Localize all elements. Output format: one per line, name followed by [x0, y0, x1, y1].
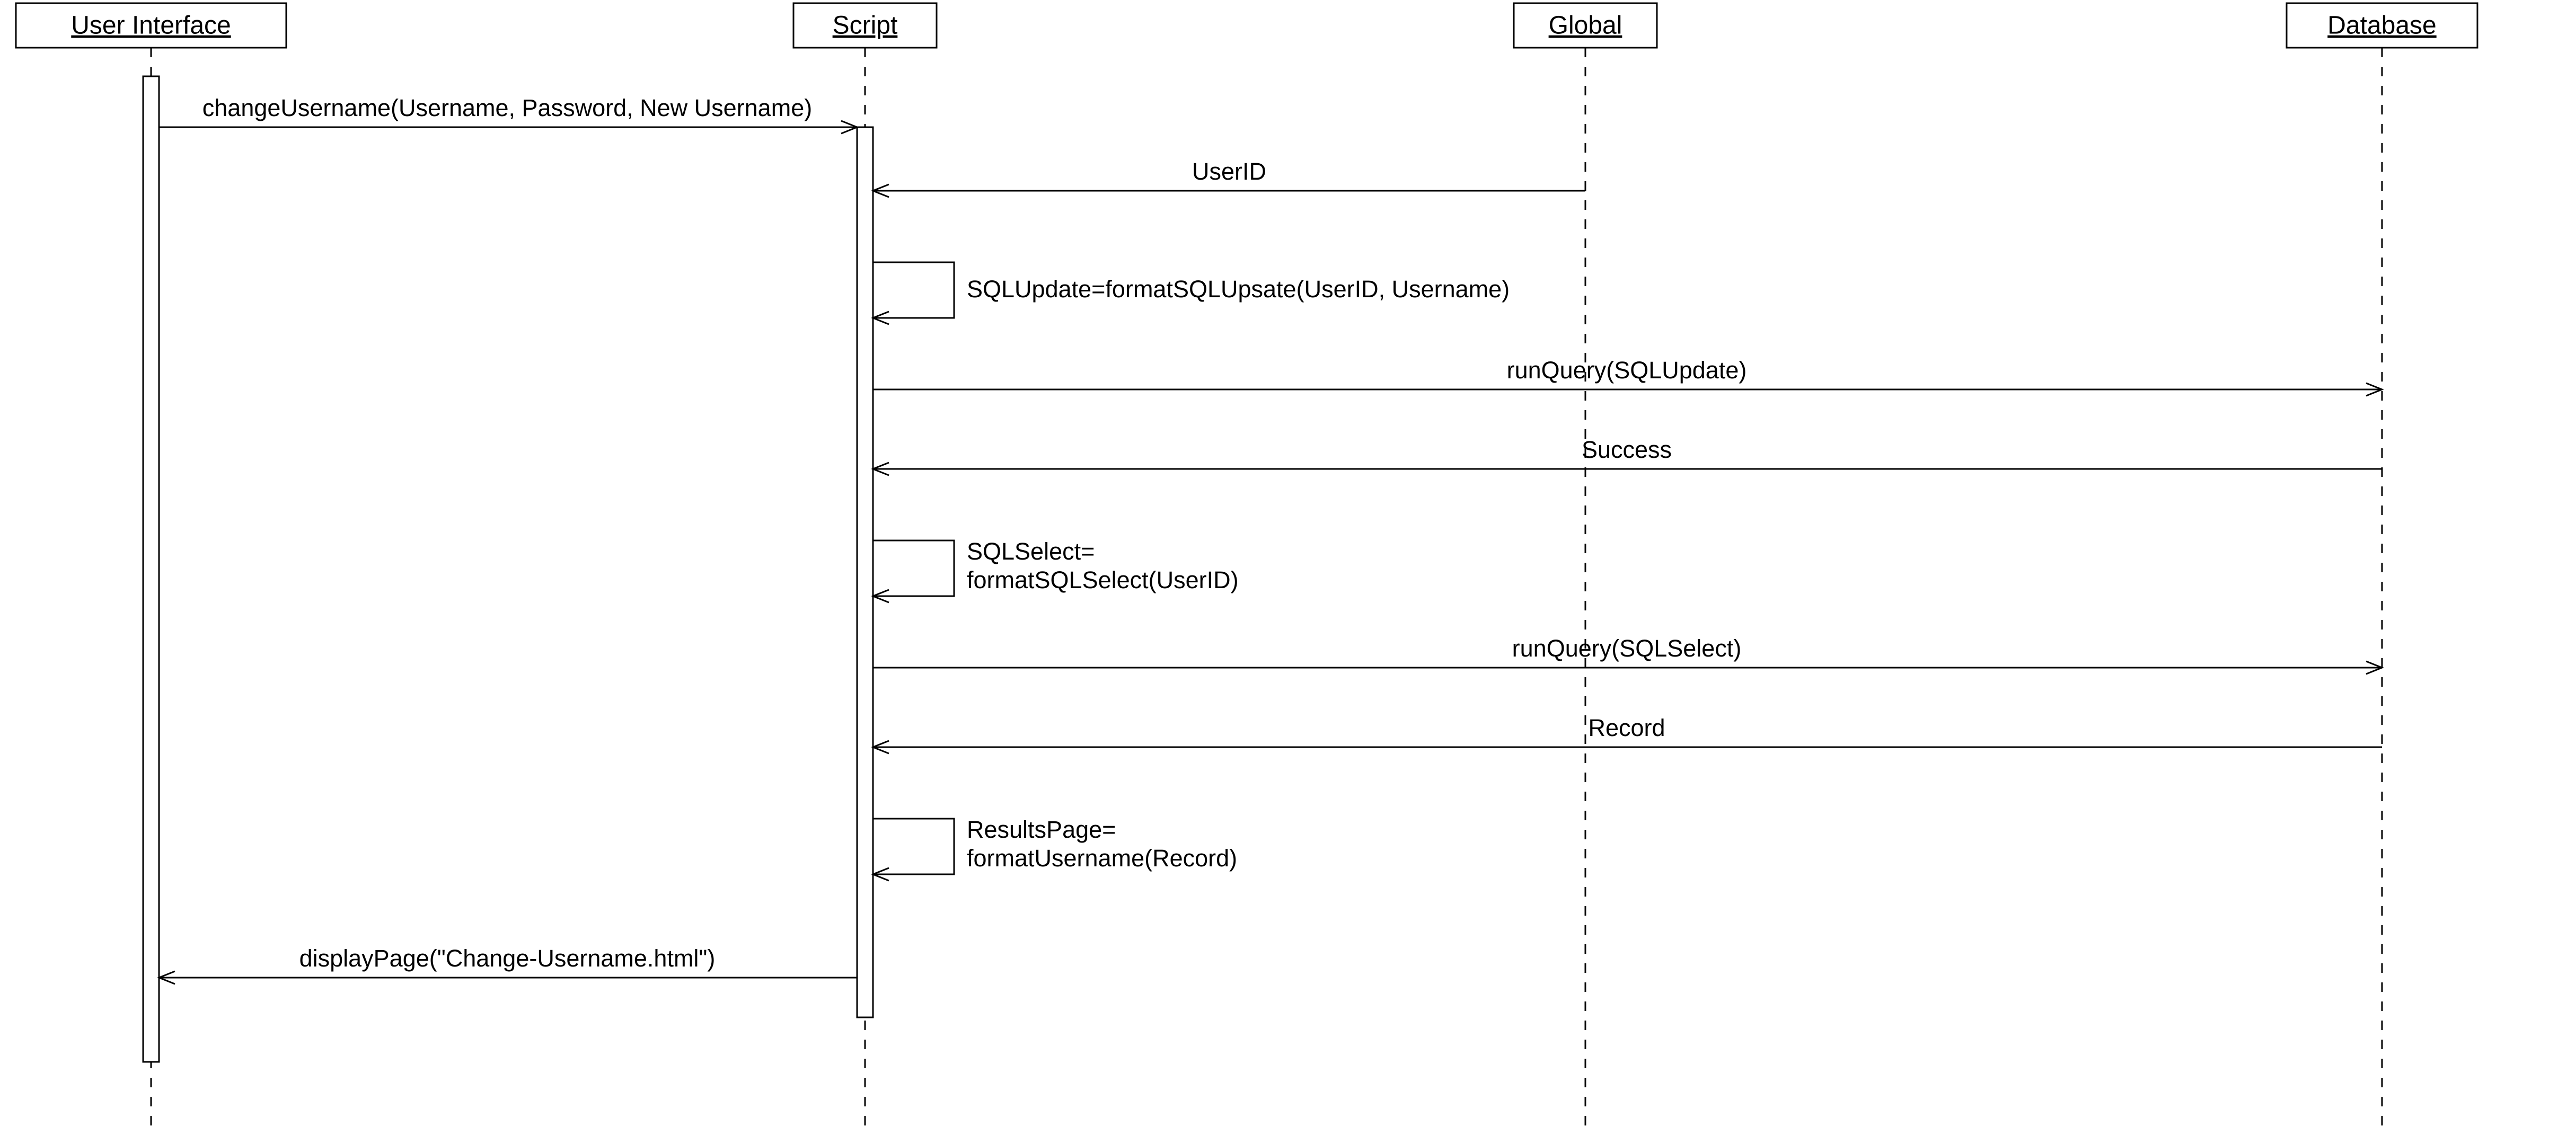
- svg-text:Success: Success: [1582, 436, 1672, 463]
- svg-text:changeUsername(Username, Passw: changeUsername(Username, Password, New U…: [202, 94, 812, 121]
- activation-script: [857, 127, 873, 1017]
- activation-ui: [143, 76, 159, 1062]
- lifeline-global: Global: [1514, 3, 1657, 48]
- lifeline-ui-label: User Interface: [71, 12, 231, 40]
- svg-text:displayPage("Change-Username.h: displayPage("Change-Username.html"): [299, 945, 716, 972]
- lifeline-script-label: Script: [833, 12, 898, 40]
- svg-text:runQuery(SQLUpdate): runQuery(SQLUpdate): [1507, 357, 1747, 384]
- msg-run-query-select: runQuery(SQLSelect): [873, 635, 2382, 668]
- lifeline-ui: User Interface: [16, 3, 286, 48]
- msg-run-query-update: runQuery(SQLUpdate): [873, 357, 2382, 389]
- msg-results-page-self: ResultsPage= formatUsername(Record): [873, 816, 1237, 874]
- lifeline-script: Script: [793, 3, 937, 48]
- msg-success: Success: [873, 436, 2382, 469]
- svg-text:Record: Record: [1588, 714, 1665, 741]
- svg-text:formatSQLSelect(UserID): formatSQLSelect(UserID): [967, 566, 1239, 593]
- svg-text:SQLUpdate=formatSQLUpsate(User: SQLUpdate=formatSQLUpsate(UserID, Userna…: [967, 276, 1510, 303]
- msg-change-username: changeUsername(Username, Password, New U…: [159, 94, 857, 127]
- msg-sql-update-self: SQLUpdate=formatSQLUpsate(UserID, Userna…: [873, 262, 1510, 318]
- svg-text:ResultsPage=: ResultsPage=: [967, 816, 1116, 843]
- lifeline-global-label: Global: [1549, 12, 1622, 40]
- lifeline-database-label: Database: [2327, 12, 2436, 40]
- msg-record: Record: [873, 714, 2382, 747]
- lifeline-database: Database: [2287, 3, 2477, 48]
- msg-display-page: displayPage("Change-Username.html"): [159, 945, 857, 978]
- svg-text:SQLSelect=: SQLSelect=: [967, 538, 1095, 565]
- svg-text:UserID: UserID: [1192, 158, 1266, 185]
- sequence-diagram: User Interface Script Global Database ch…: [0, 0, 2576, 1135]
- svg-text:formatUsername(Record): formatUsername(Record): [967, 845, 1237, 872]
- msg-sql-select-self: SQLSelect= formatSQLSelect(UserID): [873, 538, 1239, 596]
- svg-text:runQuery(SQLSelect): runQuery(SQLSelect): [1512, 635, 1742, 662]
- msg-userid: UserID: [873, 158, 1585, 191]
